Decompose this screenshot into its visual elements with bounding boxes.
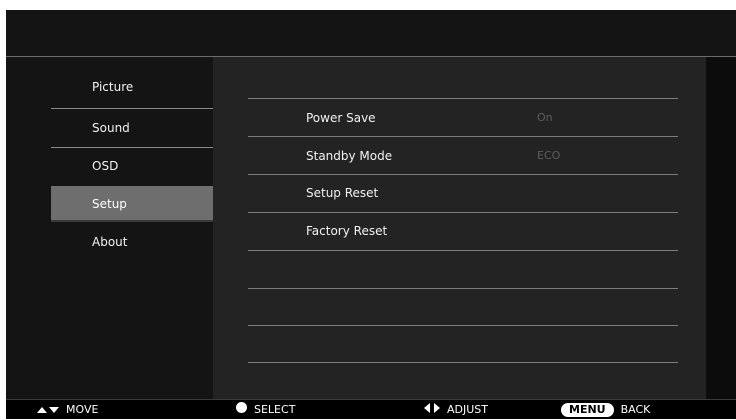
row-divider — [248, 98, 678, 99]
hint-back: MENU BACK — [561, 400, 650, 420]
sidebar-divider — [51, 108, 213, 109]
row-divider — [248, 136, 678, 137]
hint-back-label: BACK — [620, 403, 651, 416]
hint-adjust: ADJUST — [424, 400, 488, 420]
circle-dot-icon — [236, 400, 247, 420]
osd-body: Picture Sound OSD Setup About Power Save… — [6, 57, 736, 399]
setting-value: On — [537, 111, 553, 124]
sidebar-item-sound[interactable]: Sound — [51, 110, 213, 146]
setting-value: ECO — [537, 149, 561, 162]
row-divider — [248, 362, 678, 363]
hint-adjust-label: ADJUST — [447, 403, 488, 416]
hint-select-label: SELECT — [254, 403, 296, 416]
hint-select: SELECT — [236, 400, 295, 420]
left-right-arrows-icon — [424, 400, 440, 420]
osd-window: Picture Sound OSD Setup About Power Save… — [6, 10, 736, 419]
menu-key-label: MENU — [561, 403, 614, 417]
sidebar-item-about[interactable]: About — [51, 224, 213, 260]
sidebar-item-label: Setup — [92, 197, 127, 211]
row-divider — [248, 325, 678, 326]
sidebar-item-label: Picture — [92, 80, 134, 94]
sidebar-menu: Picture Sound OSD Setup About — [51, 69, 213, 259]
setting-label: Setup Reset — [306, 186, 379, 200]
setting-row-factory-reset[interactable]: Factory Reset — [248, 213, 678, 249]
sidebar-item-osd[interactable]: OSD — [51, 148, 213, 184]
osd-header — [6, 10, 736, 56]
hint-move-label: MOVE — [66, 403, 99, 416]
row-divider — [248, 288, 678, 289]
sidebar-item-picture[interactable]: Picture — [51, 69, 213, 105]
key-guide-bar: MOVE SELECT ADJUST MENU BACK — [6, 399, 736, 419]
sidebar-item-label: OSD — [92, 159, 119, 173]
right-margin — [706, 57, 736, 399]
settings-panel: Power Save On Standby Mode ECO Setup Res… — [213, 57, 706, 399]
sidebar-item-setup[interactable]: Setup — [51, 186, 213, 222]
setting-row-setup-reset[interactable]: Setup Reset — [248, 175, 678, 211]
row-divider — [248, 250, 678, 251]
up-down-arrows-icon — [37, 400, 59, 420]
setting-row-power-save[interactable]: Power Save On — [248, 100, 678, 136]
hint-move: MOVE — [37, 400, 98, 420]
setting-label: Factory Reset — [306, 224, 388, 238]
setting-label: Power Save — [306, 111, 376, 125]
menu-key-icon: MENU — [561, 400, 614, 420]
sidebar-item-label: About — [92, 235, 128, 249]
setting-row-standby-mode[interactable]: Standby Mode ECO — [248, 138, 678, 174]
sidebar-item-label: Sound — [92, 121, 130, 135]
setting-label: Standby Mode — [306, 149, 393, 163]
